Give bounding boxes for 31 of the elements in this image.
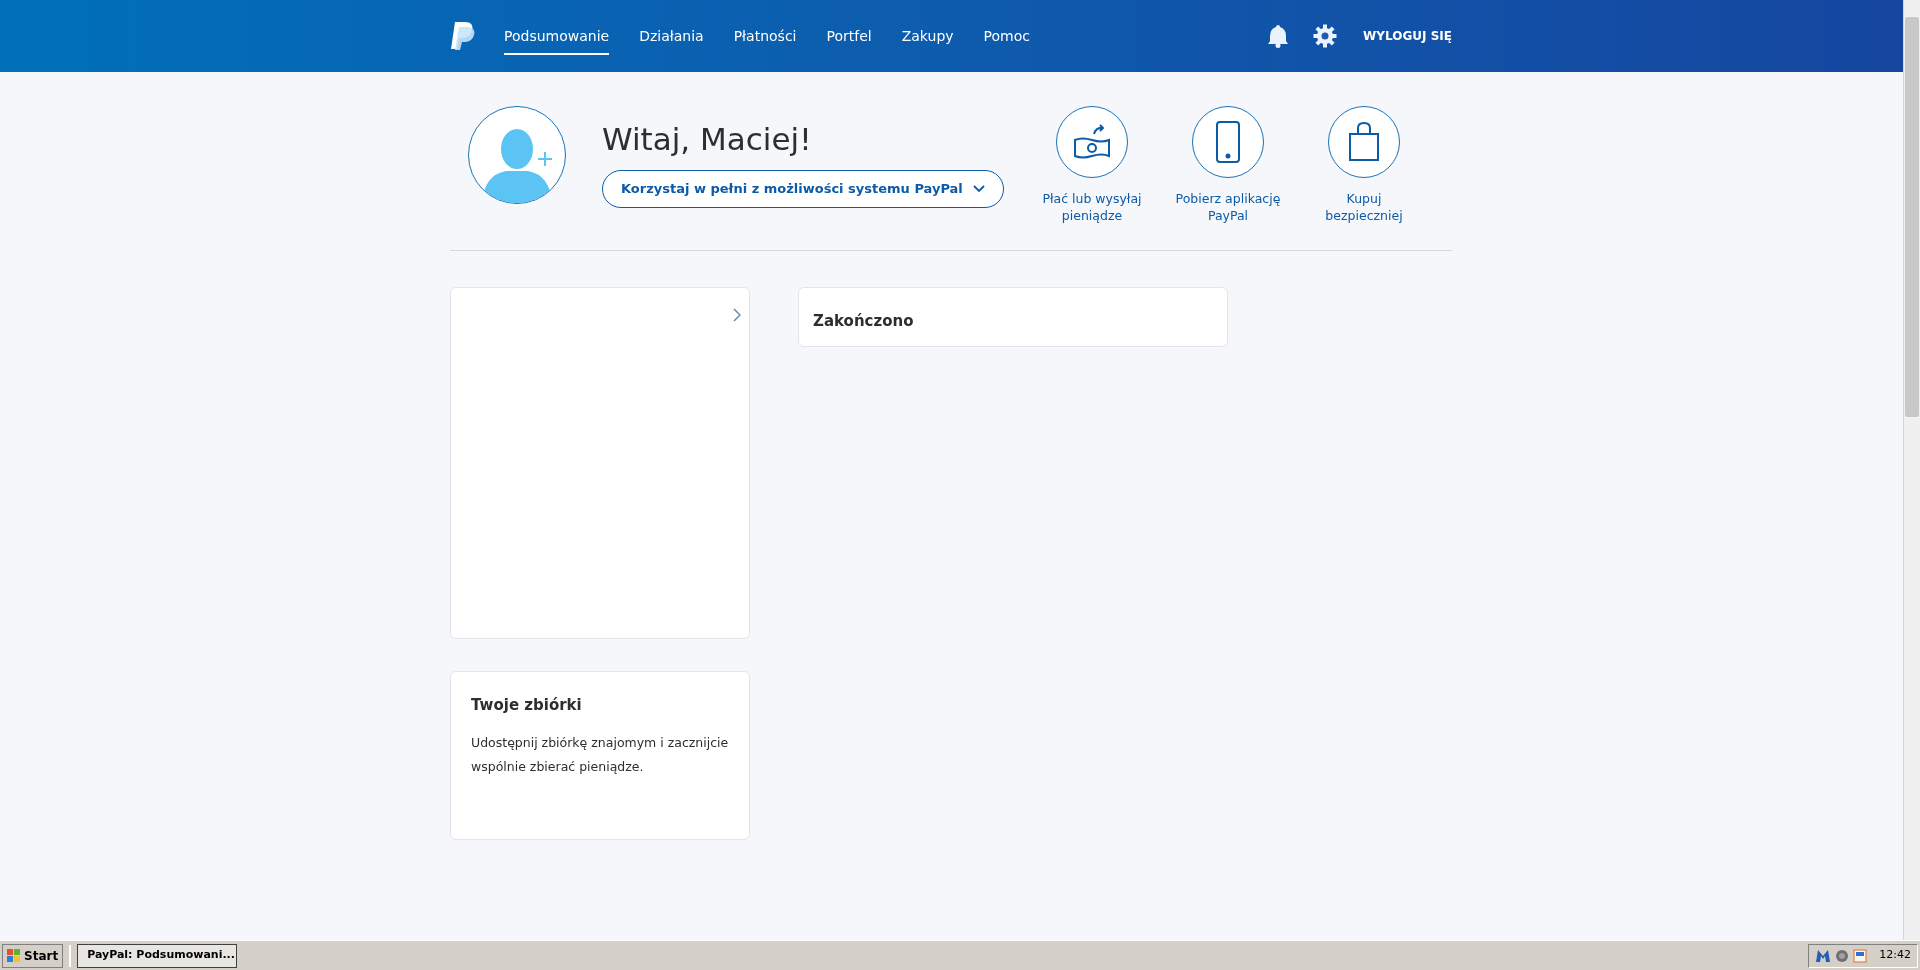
shield-m-icon[interactable] [1815, 948, 1832, 963]
money-icon [1072, 124, 1112, 160]
taskbar-task[interactable]: PayPal: Podsumowani... [77, 943, 238, 968]
nav-tab[interactable]: Pomoc [983, 17, 1030, 55]
quick-action[interactable]: Płać lub wysyłaj pieniądze [1024, 106, 1160, 224]
bell-icon[interactable] [1267, 24, 1290, 48]
card-description: Udostępnij zbiórkę znajomym i zacznijcie wspólnie zbierać pieniądze. [471, 733, 729, 776]
card-title: Zakończono [813, 311, 915, 332]
speaker-icon[interactable] [1835, 948, 1850, 963]
quick-action[interactable]: Pobierz aplikację PayPal [1160, 106, 1296, 224]
quick-action[interactable]: Kupuj bezpieczniej [1296, 106, 1432, 224]
nav-tab[interactable]: Działania [639, 17, 704, 55]
settings-icon[interactable] [1313, 24, 1338, 48]
nav-tab[interactable]: Zakupy [901, 17, 954, 55]
chevron-down-icon [972, 185, 985, 193]
card-title: Twoje zbiórki [471, 695, 583, 716]
features-dropdown-button[interactable]: Korzystaj w pełni z możliwości systemu PayPal [602, 170, 1004, 208]
start-button[interactable]: Start [2, 943, 64, 968]
chevron-right-icon[interactable] [733, 308, 741, 322]
phone-icon [1215, 121, 1241, 163]
paypal-logo-icon[interactable] [450, 21, 476, 51]
windows-logo-icon [7, 948, 21, 963]
nav-tab[interactable]: Portfel [826, 17, 872, 55]
greeting: Witaj, Maciej! [602, 120, 812, 158]
nav-tab[interactable]: Płatności [733, 17, 797, 55]
logout-link[interactable]: WYLOGUJ SIĘ [1363, 27, 1452, 45]
app-tray-icon[interactable] [1853, 948, 1868, 963]
shopping-bag-icon [1348, 122, 1380, 162]
clock: 12:42 [1879, 947, 1911, 964]
nav-tab[interactable]: Podsumowanie [504, 17, 610, 55]
scrollbar[interactable] [1903, 0, 1920, 940]
